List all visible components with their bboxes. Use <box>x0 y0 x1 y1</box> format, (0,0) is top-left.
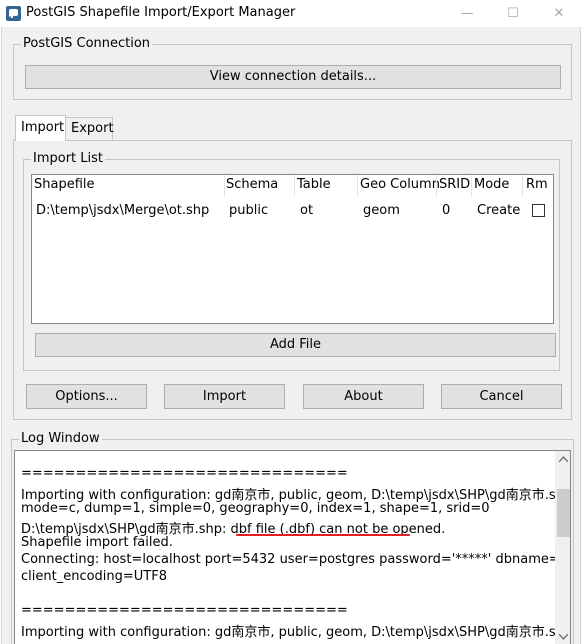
column-header-mode[interactable]: Mode <box>474 177 509 192</box>
log-window-group-label: Log Window <box>19 431 102 446</box>
title-bar: PostGIS Shapefile Import/Export Manager … <box>0 0 582 27</box>
window-title: PostGIS Shapefile Import/Export Manager <box>26 5 296 20</box>
log-scrollbar[interactable] <box>555 451 570 644</box>
cell-mode[interactable]: Create <box>477 203 520 218</box>
log-scroll-thumb[interactable] <box>557 489 570 537</box>
column-header-rm[interactable]: Rm <box>526 177 548 192</box>
log-line: Connecting: host=localhost port=5432 use… <box>21 552 571 567</box>
cell-srid[interactable]: 0 <box>442 203 450 218</box>
import-list-table[interactable]: Shapefile Schema Table Geo Column SRID M… <box>31 174 554 324</box>
column-header-table[interactable]: Table <box>297 177 331 192</box>
scroll-down-arrow-icon[interactable] <box>559 634 568 640</box>
options-button[interactable]: Options... <box>26 384 147 409</box>
tab-import[interactable]: Import <box>15 115 66 141</box>
maximize-button[interactable]: ☐ <box>490 0 536 27</box>
cell-schema[interactable]: public <box>229 203 268 218</box>
log-line: ============================== <box>21 603 348 618</box>
log-line: Importing with configuration: gd南京市, pub… <box>21 625 571 640</box>
view-connection-details-button[interactable]: View connection details... <box>25 65 561 89</box>
log-text-area[interactable]: ============================== Importing… <box>14 450 571 644</box>
about-button[interactable]: About <box>303 384 424 409</box>
column-header-srid[interactable]: SRID <box>439 177 470 192</box>
client-area: PostGIS Connection View connection detai… <box>1 27 581 644</box>
column-separator <box>471 175 472 197</box>
column-separator <box>436 175 437 197</box>
column-header-schema[interactable]: Schema <box>226 177 278 192</box>
import-list-group-label: Import List <box>31 151 106 166</box>
column-separator <box>294 175 295 197</box>
log-line: ============================== <box>21 466 348 481</box>
import-list-group: Import List Shapefile Schema Table Geo C… <box>23 151 560 371</box>
cell-geo-column[interactable]: geom <box>363 203 400 218</box>
connection-group: PostGIS Connection View connection detai… <box>13 36 572 100</box>
log-window-group: Log Window =============================… <box>11 431 574 644</box>
column-separator <box>357 175 358 197</box>
column-separator <box>224 175 225 197</box>
import-tab-panel: Import List Shapefile Schema Table Geo C… <box>13 140 572 420</box>
rm-checkbox[interactable] <box>532 204 545 217</box>
cancel-button[interactable]: Cancel <box>441 384 562 409</box>
add-file-button[interactable]: Add File <box>35 333 556 357</box>
connection-group-label: PostGIS Connection <box>21 36 153 51</box>
error-highlight-underline <box>236 534 410 536</box>
column-separator <box>522 175 523 197</box>
import-button[interactable]: Import <box>164 384 285 409</box>
cell-shapefile[interactable]: D:\temp\jsdx\Merge\ot.shp <box>36 203 209 218</box>
tab-export[interactable]: Export <box>65 117 114 140</box>
cell-table[interactable]: ot <box>300 203 313 218</box>
scroll-up-arrow-icon[interactable] <box>559 456 568 462</box>
minimize-button[interactable]: — <box>444 0 490 27</box>
log-line: mode=c, dump=1, simple=0, geography=0, i… <box>21 501 490 516</box>
log-line: client_encoding=UTF8 <box>21 569 167 584</box>
close-button[interactable]: ✕ <box>536 0 582 27</box>
log-line: Shapefile import failed. <box>21 535 173 550</box>
column-header-shapefile[interactable]: Shapefile <box>34 177 95 192</box>
postgis-elephant-icon <box>6 6 21 21</box>
column-header-geo-column[interactable]: Geo Column <box>360 177 440 192</box>
